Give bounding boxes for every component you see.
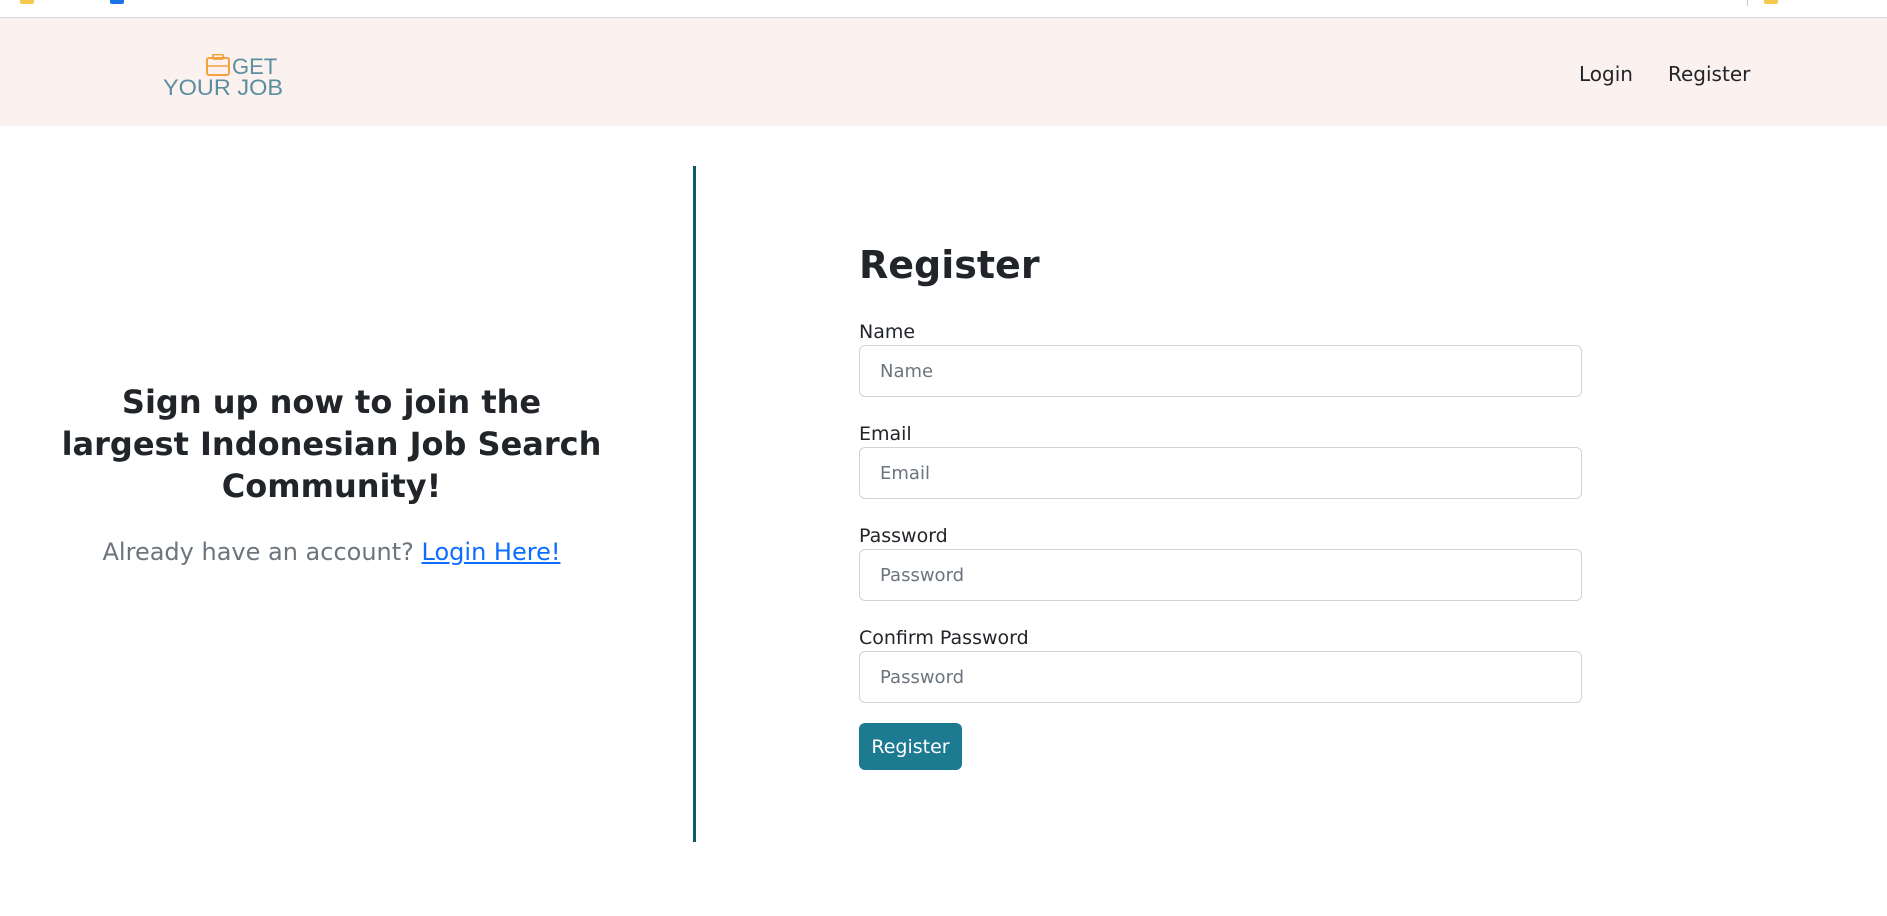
password-input[interactable] xyxy=(859,549,1582,601)
email-input[interactable] xyxy=(859,447,1582,499)
form-title: Register xyxy=(859,243,1040,287)
password-label: Password xyxy=(859,525,948,547)
vertical-divider xyxy=(693,166,696,842)
logo-graphic: GET YOUR JOB xyxy=(163,53,283,100)
navbar: GET YOUR JOB Login Register xyxy=(0,18,1887,126)
name-label: Name xyxy=(859,321,916,343)
login-prompt-text: Already have an account? xyxy=(102,538,414,566)
confirm-password-input[interactable] xyxy=(859,651,1582,703)
login-prompt: Already have an account? Login Here! xyxy=(60,536,603,568)
logo-word-bottom: YOUR JOB xyxy=(163,75,283,96)
signup-tagline: Sign up now to join the largest Indonesi… xyxy=(61,383,602,505)
nav-register-link[interactable]: Register xyxy=(1668,60,1750,88)
folder-icon[interactable] xyxy=(20,0,34,4)
bookmarks-separator xyxy=(1747,0,1748,6)
name-input[interactable] xyxy=(859,345,1582,397)
register-button[interactable]: Register xyxy=(859,723,962,770)
email-label: Email xyxy=(859,423,912,445)
site-logo[interactable]: GET YOUR JOB xyxy=(162,53,286,100)
confirm-password-label: Confirm Password xyxy=(859,627,1029,649)
briefcase-icon xyxy=(206,53,230,76)
bookmark-icon[interactable] xyxy=(110,0,124,4)
folder-icon[interactable] xyxy=(1764,0,1778,4)
bookmarks-bar xyxy=(0,0,1887,18)
nav-login-link[interactable]: Login xyxy=(1579,60,1633,88)
login-here-link[interactable]: Login Here! xyxy=(422,538,561,566)
signup-intro: Sign up now to join the largest Indonesi… xyxy=(0,166,663,842)
